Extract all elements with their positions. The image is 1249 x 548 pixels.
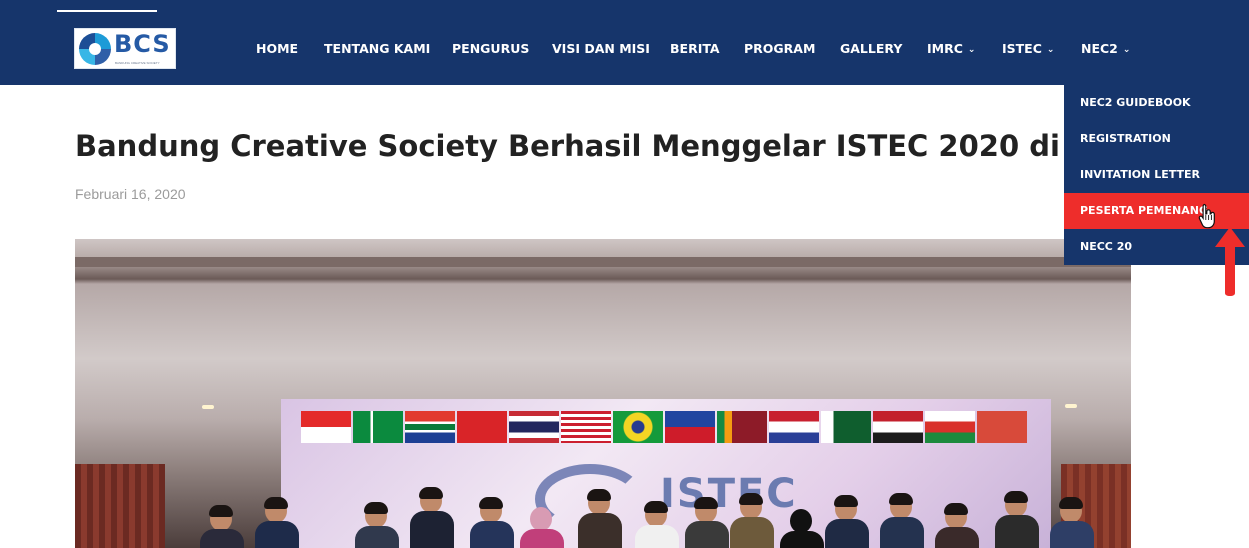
nav-item-program[interactable]: PROGRAM bbox=[744, 41, 815, 56]
nav-item-pengurus[interactable]: PENGURUS bbox=[452, 41, 529, 56]
flag-algeria bbox=[353, 411, 403, 443]
nav-item-berita[interactable]: BERITA bbox=[670, 41, 720, 56]
dropdown-item-registration[interactable]: REGISTRATION bbox=[1064, 121, 1249, 157]
ceiling-light bbox=[202, 405, 214, 409]
nav-item-visi-dan-misi[interactable]: VISI DAN MISI bbox=[552, 41, 650, 56]
ceiling-band bbox=[75, 257, 1131, 267]
flag-indonesia bbox=[301, 411, 351, 443]
flag-south-africa bbox=[405, 411, 455, 443]
logo-tagline: BANDUNG CREATIVE SOCIETY bbox=[115, 61, 160, 65]
dropdown-item-nec2-guidebook[interactable]: NEC2 GUIDEBOOK bbox=[1064, 85, 1249, 121]
header-accent-line bbox=[57, 10, 157, 12]
flag-oman bbox=[925, 411, 975, 443]
chevron-down-icon: ⌄ bbox=[1046, 45, 1055, 55]
flag-turkey bbox=[457, 411, 507, 443]
site-logo[interactable]: BCS BANDUNG CREATIVE SOCIETY bbox=[74, 28, 176, 69]
logo-text: BCS bbox=[114, 30, 171, 58]
chevron-down-icon: ⌄ bbox=[1122, 45, 1131, 55]
flag-malaysia bbox=[561, 411, 611, 443]
article-date: Februari 16, 2020 bbox=[75, 186, 186, 202]
dropdown-item-necc-20[interactable]: NECC 20 bbox=[1064, 229, 1132, 265]
article-photo: ISTEC bbox=[75, 239, 1131, 548]
dropdown-item-invitation-letter[interactable]: INVITATION LETTER bbox=[1064, 157, 1249, 193]
nav-item-istec[interactable]: ISTEC ⌄ bbox=[1002, 41, 1054, 56]
nav-item-tentang-kami[interactable]: TENTANG KAMI bbox=[324, 41, 430, 56]
article-title: Bandung Creative Society Berhasil Mengge… bbox=[75, 129, 1065, 163]
arrow-up-icon bbox=[1215, 227, 1245, 296]
logo-mark-icon bbox=[79, 33, 111, 65]
flag-philippines bbox=[665, 411, 715, 443]
flag-paraguay bbox=[769, 411, 819, 443]
nav-item-gallery[interactable]: GALLERY bbox=[840, 41, 902, 56]
flag-brazil bbox=[613, 411, 663, 443]
dropdown-item-peserta-pemenang[interactable]: PESERTA PEMENANG bbox=[1064, 193, 1249, 229]
flag-sri-lanka bbox=[717, 411, 767, 443]
nav-item-nec2[interactable]: NEC2 ⌄ bbox=[1081, 41, 1130, 56]
ceiling-light bbox=[1065, 404, 1077, 408]
people-group bbox=[75, 487, 1131, 548]
nav-item-home[interactable]: HOME bbox=[256, 41, 298, 56]
flag-pakistan bbox=[821, 411, 871, 443]
chevron-down-icon: ⌄ bbox=[967, 45, 976, 55]
flag-extra bbox=[977, 411, 1027, 443]
site-header: BCS BANDUNG CREATIVE SOCIETY HOME TENTAN… bbox=[0, 0, 1249, 85]
flag-thailand bbox=[509, 411, 559, 443]
flag-yemen bbox=[873, 411, 923, 443]
nav-item-imrc[interactable]: IMRC ⌄ bbox=[927, 41, 975, 56]
